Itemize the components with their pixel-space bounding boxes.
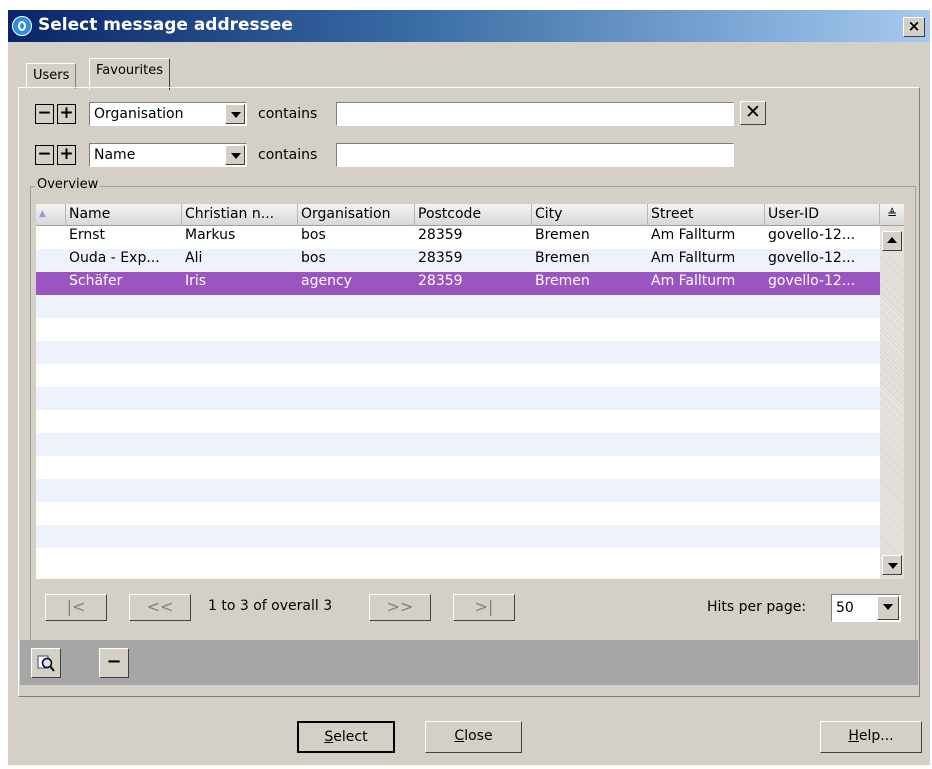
- empty-table-row: [36, 364, 880, 387]
- table-header: ▲ Name Christian n... Organisation Postc…: [36, 204, 880, 226]
- empty-table-row: [36, 341, 880, 364]
- search-address-button[interactable]: [31, 648, 61, 678]
- table-cell: govello-12...: [768, 227, 856, 243]
- filter-operator-label: contains: [258, 106, 318, 122]
- last-page-button[interactable]: >|: [453, 594, 515, 621]
- magnifier-icon: [37, 655, 55, 672]
- empty-table-row: [36, 502, 880, 525]
- tab-users[interactable]: Users: [26, 63, 77, 89]
- table-cell: agency: [301, 273, 352, 289]
- chevron-down-icon[interactable]: [225, 104, 245, 124]
- column-header-city[interactable]: City: [532, 204, 648, 226]
- table-cell: govello-12...: [768, 273, 856, 289]
- table-cell: Ali: [185, 250, 203, 266]
- app-icon: [12, 16, 32, 36]
- table-cell: 28359: [418, 250, 463, 266]
- table-cell: Ernst: [69, 227, 106, 243]
- chevron-down-icon[interactable]: [877, 596, 899, 620]
- table-cell: Iris: [185, 273, 207, 289]
- scroll-down-button[interactable]: [882, 555, 902, 575]
- empty-table-row: [36, 295, 880, 318]
- table-cell: bos: [301, 250, 326, 266]
- select-button[interactable]: Select: [297, 721, 395, 753]
- overview-label: Overview: [35, 177, 101, 192]
- column-header-street[interactable]: Street: [648, 204, 765, 226]
- window-close-button[interactable]: ×: [903, 17, 925, 37]
- table-cell: 28359: [418, 273, 463, 289]
- table-vertical-scrollbar[interactable]: [880, 204, 904, 579]
- window-title: Select message addressee: [38, 15, 293, 35]
- empty-table-row: [36, 318, 880, 341]
- hits-per-page-select[interactable]: 50: [831, 594, 901, 622]
- first-page-button[interactable]: |<: [45, 594, 107, 621]
- table-cell: Bremen: [535, 227, 590, 243]
- table-cell: 28359: [418, 227, 463, 243]
- title-bar: Select message addressee ×: [8, 10, 930, 42]
- sort-ascending-icon[interactable]: ▲: [36, 204, 66, 226]
- column-header-organisation[interactable]: Organisation: [298, 204, 415, 226]
- filter-remove-button[interactable]: −: [35, 145, 54, 165]
- filter-field-value: Name: [94, 147, 136, 163]
- table-cell: Am Fallturm: [651, 227, 736, 243]
- table-cell: Bremen: [535, 273, 590, 289]
- hits-per-page-label: Hits per page:: [707, 599, 807, 615]
- filter-add-button[interactable]: +: [57, 145, 76, 165]
- empty-table-row: [36, 479, 880, 502]
- empty-table-row: [36, 433, 880, 456]
- empty-table-row: [36, 410, 880, 433]
- column-chooser-icon[interactable]: ≜: [880, 204, 904, 226]
- empty-table-row: [36, 525, 880, 548]
- table-cell: Markus: [185, 227, 236, 243]
- remove-favourite-button[interactable]: −: [99, 648, 129, 678]
- table-cell: Ouda - Exp...: [69, 250, 160, 266]
- empty-table-row: [36, 456, 880, 479]
- results-table: ▲ Name Christian n... Organisation Postc…: [36, 204, 880, 579]
- empty-table-row: [36, 548, 880, 571]
- table-cell: Bremen: [535, 250, 590, 266]
- table-cell: Schäfer: [69, 273, 123, 289]
- table-row[interactable]: Ouda - Exp... Ali bos 28359 Bremen Am Falltur…: [36, 249, 880, 272]
- column-header-postcode[interactable]: Postcode: [415, 204, 532, 226]
- hits-per-page-value: 50: [836, 600, 854, 616]
- column-header-christian-name[interactable]: Christian n...: [182, 204, 298, 226]
- table-cell: Am Fallturm: [651, 273, 736, 289]
- empty-table-row: [36, 387, 880, 410]
- table-row[interactable]: Schäfer Iris agency 28359 Bremen Am Fallturm g…: [36, 272, 880, 295]
- table-row[interactable]: Ernst Markus bos 28359 Bremen Am Fallturm gove…: [36, 226, 880, 249]
- filter-field-select[interactable]: Organisation: [89, 102, 247, 126]
- pagination-status: 1 to 3 of overall 3: [208, 598, 333, 614]
- scroll-up-button[interactable]: [882, 231, 902, 251]
- filter-add-button[interactable]: +: [57, 104, 76, 124]
- help-button[interactable]: Help...: [820, 721, 922, 753]
- filter-field-value: Organisation: [94, 106, 184, 122]
- favourites-toolbar: −: [20, 640, 918, 685]
- table-cell: bos: [301, 227, 326, 243]
- filter-operator-label: contains: [258, 147, 318, 163]
- chevron-down-icon[interactable]: [225, 145, 245, 165]
- filter-remove-button[interactable]: −: [35, 104, 54, 124]
- close-button[interactable]: Close: [425, 721, 522, 753]
- tab-favourites[interactable]: Favourites: [89, 58, 170, 90]
- table-cell: Am Fallturm: [651, 250, 736, 266]
- filter-value-input[interactable]: [336, 102, 734, 126]
- table-cell: govello-12...: [768, 250, 856, 266]
- filter-clear-button[interactable]: ✕: [740, 101, 766, 125]
- filter-field-select[interactable]: Name: [89, 143, 247, 167]
- filter-value-input[interactable]: [336, 143, 734, 167]
- next-page-button[interactable]: >>: [369, 594, 431, 621]
- column-header-user-id[interactable]: User-ID: [765, 204, 880, 226]
- previous-page-button[interactable]: <<: [129, 594, 191, 621]
- column-header-name[interactable]: Name: [66, 204, 182, 226]
